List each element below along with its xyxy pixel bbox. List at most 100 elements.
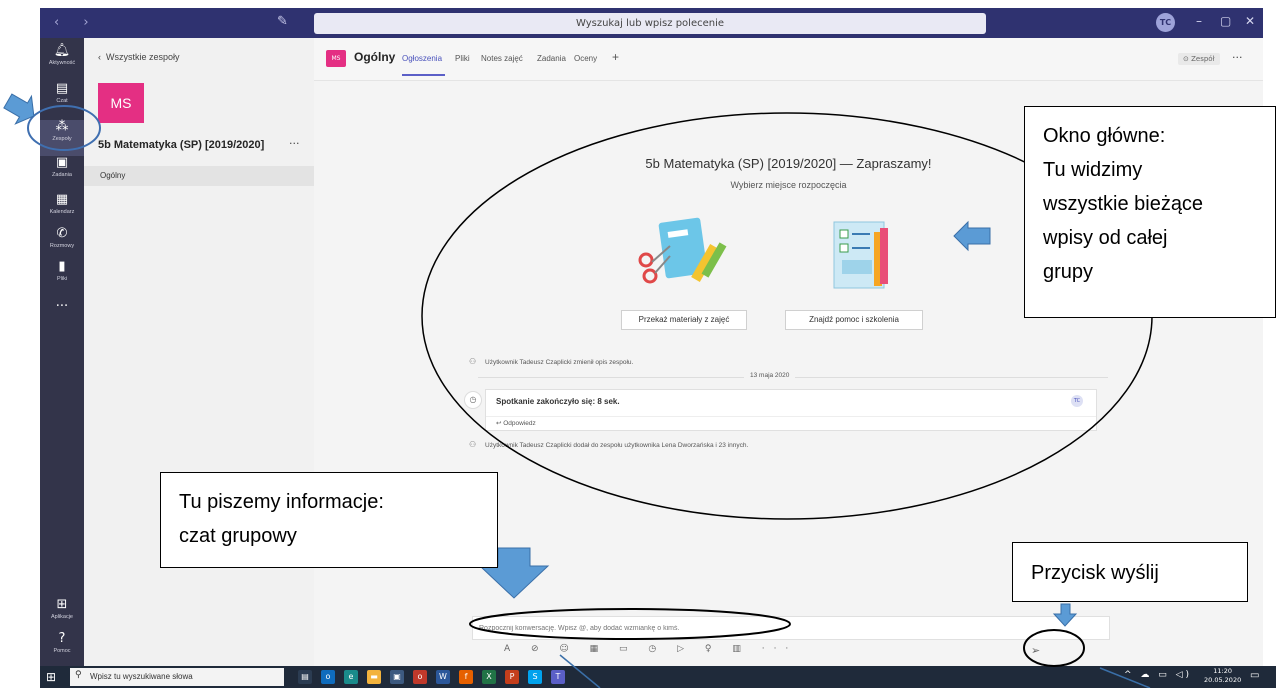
rail-item-help[interactable]: ? Pomoc <box>40 632 84 668</box>
team-activity-icon: ⚇ <box>469 357 477 366</box>
rail-item-activity[interactable]: 🔔︎ Aktywność <box>40 44 84 80</box>
rail-item-label: Pliki <box>56 276 68 282</box>
windows-taskbar: ⊞ ⚲ Wpisz tu wyszukiwane słowa ▤ o e ▬ ▣… <box>40 666 1276 688</box>
meeting-icon: ◷ <box>464 391 482 409</box>
notification-icon[interactable]: ▭ <box>1250 670 1259 681</box>
callout-line: Tu piszemy informacje: <box>179 491 384 513</box>
user-added-icon: ⚇ <box>469 440 477 449</box>
minimize-button[interactable]: – <box>1196 14 1202 28</box>
teams-icon: ⁂ <box>55 119 69 134</box>
compose-box[interactable] <box>472 616 1110 640</box>
windows-start-icon[interactable]: ⊞ <box>46 670 56 684</box>
activity-item: Użytkownik Tadeusz Czaplicki dodał do ze… <box>485 442 749 449</box>
meeting-title: Spotkanie zakończyło się: 8 sek. <box>496 397 620 406</box>
reply-link[interactable]: ↩ Odpowiedz <box>496 419 536 427</box>
callout-line: wpisy od całej <box>1043 227 1168 249</box>
teams-panel: ‹ Wszystkie zespoły MS 5b Matematyka (SP… <box>84 38 315 666</box>
taskbar-search[interactable]: ⚲ Wpisz tu wyszukiwane słowa <box>70 668 284 686</box>
new-chat-icon[interactable]: ✎ <box>277 14 288 29</box>
callout-line: Okno główne: <box>1043 125 1166 147</box>
rail-more-button[interactable]: ... <box>40 296 84 332</box>
rail-item-assignments[interactable]: ▣ Zadania <box>40 156 84 192</box>
help-icon: ? <box>58 631 66 646</box>
callout-line: Przycisk wyślij <box>1031 562 1159 584</box>
chat-icon: ▤ <box>55 81 69 96</box>
rail-item-files[interactable]: ▮ Pliki <box>40 260 84 296</box>
rail-item-calendar[interactable]: ▦ Kalendarz <box>40 193 84 229</box>
back-link-label: Wszystkie zespoły <box>106 52 180 62</box>
rail-item-teams[interactable]: ⁂ Zespoły <box>40 120 84 156</box>
user-avatar[interactable]: TC <box>1156 13 1175 32</box>
close-button[interactable]: ✕ <box>1245 14 1255 28</box>
clock-date: 20.05.2020 <box>1204 676 1242 684</box>
nav-arrows[interactable]: ‹ › <box>54 15 99 30</box>
rail-item-label: Kalendarz <box>49 209 75 215</box>
skype-icon[interactable]: S <box>528 670 542 684</box>
materials-illustration <box>638 217 727 284</box>
rail-item-calls[interactable]: ✆ Rozmowy <box>40 227 84 263</box>
file-icon: ▮ <box>58 259 66 274</box>
tab-assignments[interactable]: Zadania <box>537 54 566 63</box>
callout-line: Tu widzimy <box>1043 159 1143 181</box>
excel-icon[interactable]: X <box>482 670 496 684</box>
phone-icon: ✆ <box>56 226 68 241</box>
opera-icon[interactable]: o <box>413 670 427 684</box>
assignments-icon: ▣ <box>55 155 69 170</box>
callout-chat: Tu piszemy informacje: czat grupowy <box>160 472 498 568</box>
tab-files[interactable]: Pliki <box>455 54 470 63</box>
share-materials-button[interactable]: Przekaż materiały z zajęć <box>621 310 747 330</box>
outlook-icon[interactable]: o <box>321 670 335 684</box>
meeting-card: Spotkanie zakończyło się: 8 sek. TC ↩ Od… <box>485 389 1097 431</box>
rail-item-apps[interactable]: ⊞ Aplikacje <box>40 598 84 634</box>
file-explorer-icon[interactable]: ▬ <box>367 670 381 684</box>
team-name[interactable]: 5b Matematyka (SP) [2019/2020] <box>98 139 264 151</box>
rail-item-label: Zespoły <box>52 136 72 142</box>
team-button[interactable]: ⊙ Zespół <box>1178 53 1220 65</box>
channel-title: Ogólny <box>354 50 396 64</box>
compose-input[interactable] <box>477 620 1081 636</box>
firefox-icon[interactable]: f <box>459 670 473 684</box>
team-avatar: MS <box>98 83 144 123</box>
reply-area[interactable]: ↩ Odpowiedz <box>486 416 1096 431</box>
rail-item-chat[interactable]: ▤ Czat <box>40 82 84 118</box>
task-view-icon[interactable]: ▤ <box>298 670 312 684</box>
back-link[interactable]: ‹ Wszystkie zespoły <box>98 52 180 62</box>
bell-icon: 🔔︎ <box>53 43 71 58</box>
tab-class-notebook[interactable]: Notes zajęć <box>481 54 523 63</box>
team-more-button[interactable]: ··· <box>289 137 300 150</box>
date-label: 13 maja 2020 <box>744 372 796 379</box>
channel-label: Ogólny <box>100 171 126 180</box>
callout-line: grupy <box>1043 261 1094 283</box>
channel-header: MS Ogólny Ogłoszenia Pliki Notes zajęć Z… <box>314 38 1263 81</box>
tab-grades[interactable]: Oceny <box>574 54 597 63</box>
callout-line: czat grupowy <box>179 525 297 547</box>
maximize-button[interactable]: ▢ <box>1220 14 1231 28</box>
meeting-avatar: TC <box>1071 395 1083 407</box>
teams-taskbar-icon[interactable]: T <box>551 670 565 684</box>
header-more-button[interactable]: ··· <box>1232 51 1243 64</box>
rail-item-label: Pomoc <box>53 648 71 654</box>
send-button[interactable]: ➢ <box>1031 644 1040 657</box>
rail-item-label: Aktywność <box>48 60 76 66</box>
title-bar: ‹ › ✎ Wyszukaj lub wpisz polecenie TC – … <box>40 8 1263 38</box>
store-icon[interactable]: ▣ <box>390 670 404 684</box>
more-icon: ... <box>55 295 69 310</box>
channel-item-general[interactable]: Ogólny <box>84 166 314 186</box>
edge-icon[interactable]: e <box>344 670 358 684</box>
powerpoint-icon[interactable]: P <box>505 670 519 684</box>
search-bar[interactable]: Wyszukaj lub wpisz polecenie <box>314 13 986 34</box>
find-help-button[interactable]: Znajdź pomoc i szkolenia <box>785 310 923 330</box>
callout-main-window: Okno główne: Tu widzimy wszystkie bieżąc… <box>1024 106 1276 318</box>
calendar-icon: ▦ <box>55 192 69 207</box>
system-tray[interactable]: ^ ☁ ▭ ◁) <box>1124 670 1192 680</box>
add-tab-button[interactable]: + <box>612 50 619 64</box>
clock-time: 11:20 <box>1213 667 1232 675</box>
tab-posts[interactable]: Ogłoszenia <box>402 54 442 63</box>
word-icon[interactable]: W <box>436 670 450 684</box>
compose-toolbar[interactable]: A ⊘ ☺ ▦ ▭ ◷ ▷ ♀ ▥ ··· <box>504 644 797 654</box>
active-tab-indicator <box>402 74 445 76</box>
search-icon: ⚲ <box>75 670 82 680</box>
callout-send-button: Przycisk wyślij <box>1012 542 1248 602</box>
rail-item-label: Aplikacje <box>50 614 73 620</box>
taskbar-clock[interactable]: 11:20 20.05.2020 <box>1204 667 1241 685</box>
